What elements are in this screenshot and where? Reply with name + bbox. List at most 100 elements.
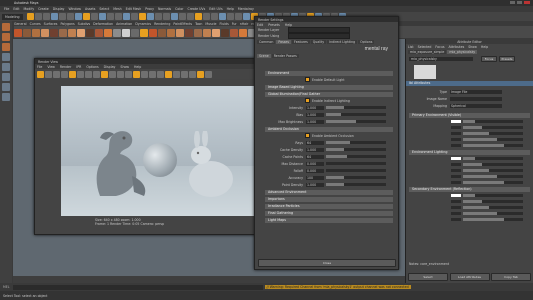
render-view-menu-ipr[interactable]: IPR xyxy=(76,65,81,69)
render-settings-tab-features[interactable]: Features xyxy=(292,40,310,44)
color-swatch[interactable] xyxy=(451,125,461,129)
ae-menu-focus[interactable]: Focus xyxy=(435,45,444,49)
shelf-icon[interactable] xyxy=(104,29,112,37)
shelf-icon[interactable] xyxy=(194,29,202,37)
ae-slider[interactable] xyxy=(463,143,523,147)
render-view-tool-icon[interactable] xyxy=(117,70,124,78)
window-maximize-icon[interactable] xyxy=(517,1,522,4)
scale-tool-icon[interactable] xyxy=(2,73,10,81)
setting-slider[interactable] xyxy=(326,176,386,179)
shelf-icon[interactable] xyxy=(59,29,67,37)
render-view-tool-icon[interactable] xyxy=(93,70,100,78)
setting-slider[interactable] xyxy=(326,106,386,109)
menu-item-mesh[interactable]: Mesh xyxy=(113,7,121,11)
ae-menu-attributes[interactable]: Attributes xyxy=(449,45,465,49)
ae-slider[interactable] xyxy=(463,131,523,135)
select-tool-icon[interactable] xyxy=(2,23,10,31)
last-tool-icon[interactable] xyxy=(2,93,10,101)
setting-value-field[interactable]: 1.000 xyxy=(306,147,324,152)
section-header[interactable]: Light Maps xyxy=(265,218,393,223)
color-swatch[interactable] xyxy=(451,217,461,221)
menu-item-window[interactable]: Window xyxy=(68,7,81,11)
color-swatch[interactable] xyxy=(451,180,461,184)
render-view-tool-icon[interactable] xyxy=(77,70,84,78)
color-swatch[interactable] xyxy=(451,156,461,160)
time-slider[interactable] xyxy=(13,276,405,283)
render-view-menu-help[interactable]: Help xyxy=(134,65,141,69)
render-settings-tab-common[interactable]: Common xyxy=(257,40,276,44)
render-view-menu-file[interactable]: File xyxy=(37,65,42,69)
ae-slider[interactable] xyxy=(463,119,523,123)
render-view-tool-icon[interactable] xyxy=(149,70,156,78)
focus-button[interactable]: Focus xyxy=(481,56,497,62)
render-view-tool-icon[interactable] xyxy=(45,70,52,78)
menu-item-edit-uvs[interactable]: Edit UVs xyxy=(209,7,222,11)
status-tool-icon[interactable] xyxy=(90,13,98,20)
render-view-tool-icon[interactable] xyxy=(181,70,188,78)
ae-slider[interactable] xyxy=(463,168,523,172)
shelf-icon[interactable] xyxy=(212,29,220,37)
shelf-icon[interactable] xyxy=(113,29,121,37)
setting-slider[interactable] xyxy=(326,141,386,144)
menu-item-mentalray[interactable]: Mentalray xyxy=(238,7,254,11)
color-swatch[interactable] xyxy=(451,193,461,197)
shelf-tab-toon[interactable]: Toon xyxy=(195,22,202,26)
render-view-menu-display[interactable]: Display xyxy=(104,65,116,69)
ae-slider[interactable] xyxy=(463,180,523,184)
render-view-tool-icon[interactable] xyxy=(157,70,164,78)
setting-slider[interactable] xyxy=(326,113,386,116)
shelf-tab-nhair[interactable]: nHair xyxy=(240,22,249,26)
shelf-icon[interactable] xyxy=(239,29,247,37)
render-view-tool-icon[interactable] xyxy=(189,70,196,78)
color-swatch[interactable] xyxy=(451,199,461,203)
shelf-tab-subdivs[interactable]: Subdivs xyxy=(78,22,91,26)
color-swatch[interactable] xyxy=(451,131,461,135)
render-view-tool-icon[interactable] xyxy=(53,70,60,78)
ae-slider[interactable] xyxy=(463,217,523,221)
status-tool-icon[interactable] xyxy=(186,13,194,20)
status-tool-icon[interactable] xyxy=(114,13,122,20)
status-tool-icon[interactable] xyxy=(106,13,114,20)
shelf-icon[interactable] xyxy=(140,29,148,37)
status-tool-icon[interactable] xyxy=(58,13,66,20)
render-view-tool-icon[interactable] xyxy=(101,70,108,78)
shelf-icon[interactable] xyxy=(230,29,238,37)
setting-slider[interactable] xyxy=(326,155,386,158)
shelf-tab-polygons[interactable]: Polygons xyxy=(60,22,74,26)
ae-slider[interactable] xyxy=(463,199,523,203)
status-tool-icon[interactable] xyxy=(210,13,218,20)
shelf-icon[interactable] xyxy=(86,29,94,37)
ae-menu-show[interactable]: Show xyxy=(468,45,477,49)
render-view-menu-show[interactable]: Show xyxy=(120,65,129,69)
menu-item-color[interactable]: Color xyxy=(175,7,183,11)
render-settings-tab-quality[interactable]: Quality xyxy=(310,40,327,44)
ae-slider[interactable] xyxy=(463,137,523,141)
shelf-icon[interactable] xyxy=(176,29,184,37)
status-tool-icon[interactable] xyxy=(82,13,90,20)
status-tool-icon[interactable] xyxy=(162,13,170,20)
shelf-tab-curves[interactable]: Curves xyxy=(30,22,41,26)
shelf-tab-dynamics[interactable]: Dynamics xyxy=(135,22,151,26)
color-swatch[interactable] xyxy=(451,162,461,166)
render-using-dropdown[interactable] xyxy=(288,33,350,39)
shelf-icon[interactable] xyxy=(131,29,139,37)
shelf-tab-animation[interactable]: Animation xyxy=(116,22,132,26)
setting-value-field[interactable]: 0.000 xyxy=(306,161,324,166)
shelf-icon[interactable] xyxy=(149,29,157,37)
setting-slider[interactable] xyxy=(326,183,386,186)
shelf-icon[interactable] xyxy=(50,29,58,37)
section-header[interactable]: Importons xyxy=(265,197,393,202)
render-view-tool-icon[interactable] xyxy=(133,70,140,78)
status-tool-icon[interactable] xyxy=(34,13,42,20)
ae-menu-selected[interactable]: Selected xyxy=(418,45,432,49)
window-close-icon[interactable] xyxy=(524,1,530,4)
render-settings-tab-passes[interactable]: Passes xyxy=(276,40,292,44)
color-swatch[interactable] xyxy=(451,119,461,123)
render-settings-tab-options[interactable]: Options xyxy=(358,40,375,44)
render-view-tool-icon[interactable] xyxy=(61,70,68,78)
ae-slider[interactable] xyxy=(463,205,523,209)
ae-tab[interactable]: mia_exposure_simple xyxy=(408,50,447,54)
section-header[interactable]: Image Based Lighting xyxy=(265,85,393,90)
menu-item-display[interactable]: Display xyxy=(53,7,65,11)
color-swatch[interactable] xyxy=(451,205,461,209)
